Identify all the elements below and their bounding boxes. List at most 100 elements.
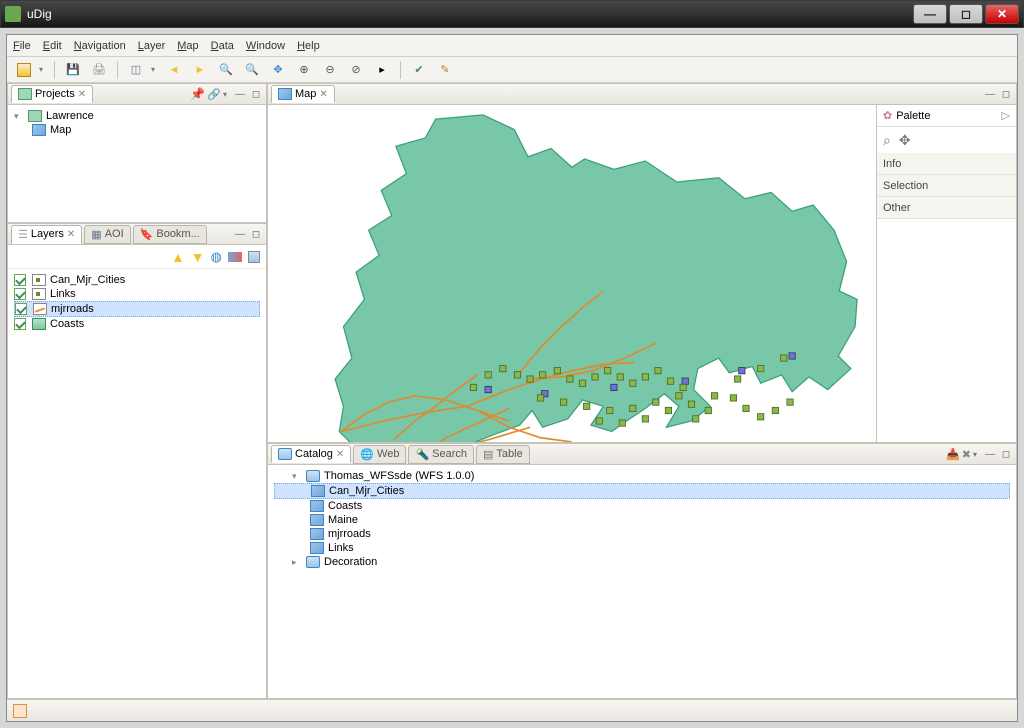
link-icon[interactable]: 🔗: [207, 88, 221, 101]
layers-tree[interactable]: Can_Mjr_Cities Links mjrroads Coasts: [8, 269, 266, 335]
catalog-decoration-node[interactable]: ▸ Decoration: [274, 555, 1010, 569]
layer-node[interactable]: Links: [14, 287, 260, 301]
menu-layer[interactable]: Layer: [138, 40, 166, 52]
maximize-view-icon[interactable]: ◻: [999, 447, 1013, 461]
minimize-view-icon[interactable]: —: [233, 227, 247, 241]
menu-help[interactable]: Help: [297, 40, 320, 52]
table-tab[interactable]: ▤Table: [476, 445, 530, 464]
map-canvas[interactable]: [268, 105, 876, 443]
map-tab[interactable]: Map ✕: [271, 85, 335, 103]
titlebar[interactable]: uDig — ◻ ✕: [0, 0, 1024, 28]
catalog-service-node[interactable]: ▾ Thomas_WFSsde (WFS 1.0.0): [274, 469, 1010, 483]
minimize-view-icon[interactable]: —: [233, 87, 247, 101]
menubar[interactable]: File Edit Navigation Layer Map Data Wind…: [7, 35, 1017, 57]
catalog-layer-node[interactable]: mjrroads: [274, 527, 1010, 541]
zoom-layer-button[interactable]: 🔍: [215, 59, 237, 81]
map-body: ✿ Palette ▷ ⌕✥ Info Selection Other: [267, 105, 1017, 443]
maximize-view-icon[interactable]: ◻: [249, 227, 263, 241]
move-up-icon[interactable]: ▲: [171, 249, 185, 265]
layer-node[interactable]: Coasts: [14, 317, 260, 331]
right-column: Map ✕ — ◻: [267, 83, 1017, 699]
palette-tools[interactable]: ⌕✥: [877, 127, 1016, 153]
view-menu-icon[interactable]: ▾: [973, 450, 981, 459]
menu-data[interactable]: Data: [211, 40, 234, 52]
new-drop-icon[interactable]: ▾: [39, 65, 47, 74]
close-icon[interactable]: ✕: [78, 89, 86, 100]
collapse-icon[interactable]: ▾: [292, 471, 302, 482]
back-button[interactable]: ◄: [163, 59, 185, 81]
collapse-icon[interactable]: ▾: [14, 111, 24, 122]
checkbox[interactable]: [14, 274, 26, 286]
close-icon[interactable]: ✕: [319, 89, 327, 100]
menu-edit[interactable]: Edit: [43, 40, 62, 52]
zoom-in-button[interactable]: ⊕: [293, 59, 315, 81]
save-button[interactable]: 💾: [62, 59, 84, 81]
pin-icon[interactable]: 📌: [190, 87, 205, 101]
palette-drawer-info[interactable]: Info: [877, 153, 1016, 175]
checkbox[interactable]: [15, 303, 27, 315]
zoom-extent-button[interactable]: ✥: [267, 59, 289, 81]
catalog-layer-node[interactable]: Links: [274, 541, 1010, 555]
projects-tab[interactable]: Projects ✕: [11, 85, 93, 103]
catalog-tree[interactable]: ▾ Thomas_WFSsde (WFS 1.0.0) Can_Mjr_Citi…: [268, 465, 1016, 573]
chevron-right-icon[interactable]: ▷: [1002, 109, 1010, 122]
layer-label: Can_Mjr_Cities: [50, 274, 125, 286]
palette-drawer-selection[interactable]: Selection: [877, 175, 1016, 197]
bookmarks-tab[interactable]: 🔖 Bookm...: [133, 225, 207, 244]
catalog-layer-node[interactable]: Can_Mjr_Cities: [274, 483, 1010, 499]
palette-drawer-other[interactable]: Other: [877, 197, 1016, 219]
maximize-view-icon[interactable]: ◻: [249, 87, 263, 101]
aoi-button[interactable]: ◫: [125, 59, 147, 81]
checkbox[interactable]: [14, 288, 26, 300]
print-button[interactable]: 🖨: [88, 59, 110, 81]
maximize-view-icon[interactable]: ◻: [999, 87, 1013, 101]
minimize-view-icon[interactable]: —: [983, 87, 997, 101]
mylar-icon[interactable]: ◍: [211, 249, 222, 265]
layers-tab[interactable]: ☰ Layers ✕: [11, 225, 82, 244]
remove-catalog-icon[interactable]: ✖: [962, 448, 971, 461]
projects-tree[interactable]: ▾ Lawrence Map: [8, 105, 266, 141]
minimize-button[interactable]: —: [913, 4, 947, 24]
menu-window[interactable]: Window: [246, 40, 285, 52]
minimize-view-icon[interactable]: —: [983, 447, 997, 461]
palette-header[interactable]: ✿ Palette ▷: [877, 105, 1016, 127]
gradient-icon[interactable]: [228, 252, 242, 262]
pan-button[interactable]: ⊘: [345, 59, 367, 81]
menu-navigation[interactable]: Navigation: [74, 40, 126, 52]
layer-node[interactable]: mjrroads: [14, 301, 260, 317]
import-icon[interactable]: [248, 251, 260, 263]
commit-button[interactable]: ✔: [408, 59, 430, 81]
zoom-layer2-button[interactable]: 🔍: [241, 59, 263, 81]
move-down-icon[interactable]: ▼: [191, 249, 205, 265]
web-tab[interactable]: 🌐Web: [353, 445, 406, 464]
layer-node[interactable]: Can_Mjr_Cities: [14, 273, 260, 287]
search-tab[interactable]: 🔦Search: [408, 445, 474, 464]
maximize-button[interactable]: ◻: [949, 4, 983, 24]
catalog-tab[interactable]: Catalog ✕: [271, 445, 351, 463]
new-button[interactable]: [13, 59, 35, 81]
checkbox[interactable]: [14, 318, 26, 330]
view-menu-icon[interactable]: ▾: [223, 90, 231, 99]
layers-tabbar: ☰ Layers ✕ ▦ AOI 🔖 Bookm...: [7, 223, 267, 245]
menu-map[interactable]: Map: [177, 40, 198, 52]
close-icon[interactable]: ✕: [336, 449, 344, 460]
map-node[interactable]: Map: [14, 123, 260, 137]
edit-button[interactable]: ✎: [434, 59, 456, 81]
aoi-drop-icon[interactable]: ▾: [151, 65, 159, 74]
window-chrome: File Edit Navigation Layer Map Data Wind…: [0, 28, 1024, 728]
import-catalog-icon[interactable]: 📥: [946, 448, 960, 461]
catalog-layer-node[interactable]: Maine: [274, 513, 1010, 527]
layer-icon: [32, 318, 46, 330]
close-button[interactable]: ✕: [985, 4, 1019, 24]
forward-button[interactable]: ►: [189, 59, 211, 81]
feature-icon: [310, 514, 324, 526]
catalog-layer-node[interactable]: Coasts: [274, 499, 1010, 513]
project-node[interactable]: ▾ Lawrence: [14, 109, 260, 123]
aoi-tab[interactable]: ▦ AOI: [84, 225, 130, 244]
zoom-out-button[interactable]: ⊖: [319, 59, 341, 81]
status-icon[interactable]: [13, 704, 27, 718]
cancel-button[interactable]: ▸: [371, 59, 393, 81]
expand-icon[interactable]: ▸: [292, 557, 302, 568]
close-icon[interactable]: ✕: [67, 229, 75, 240]
menu-file[interactable]: File: [13, 40, 31, 52]
